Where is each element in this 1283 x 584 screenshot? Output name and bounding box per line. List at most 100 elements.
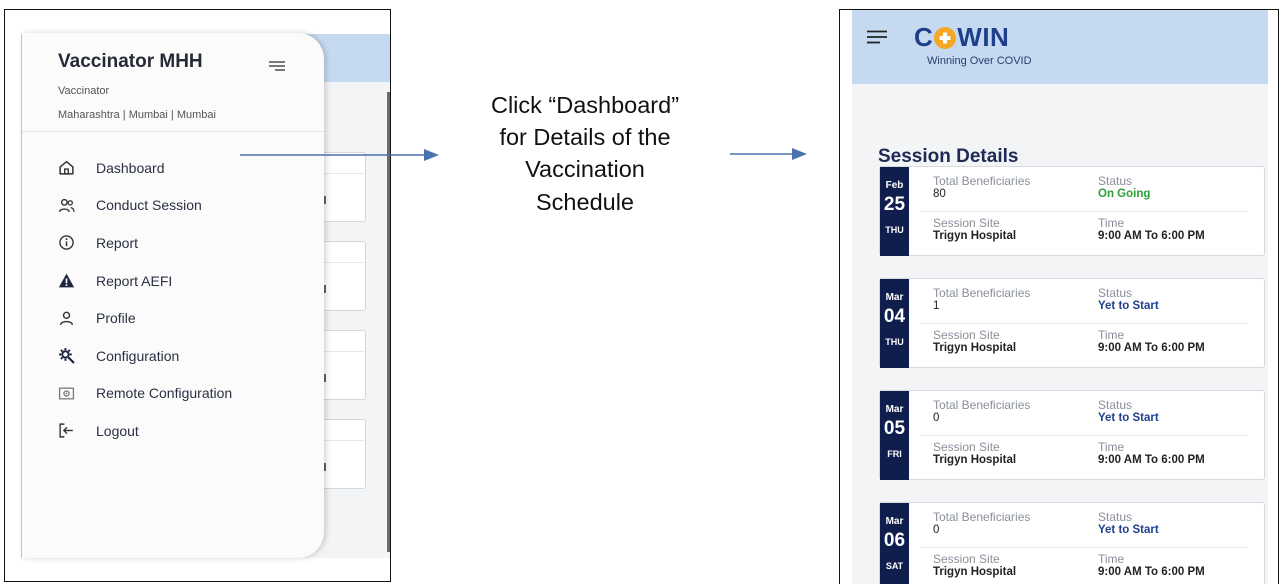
navigation-drawer: Vaccinator MHH Vaccinator Maharashtra | … xyxy=(22,33,324,558)
time-label: Time xyxy=(1098,440,1125,454)
beneficiaries-value: 1 xyxy=(933,300,940,312)
nav-item-logout[interactable]: Logout xyxy=(58,412,232,450)
site-value: Trigyn Hospital xyxy=(933,454,1017,466)
caption-line: Schedule xyxy=(536,188,634,215)
nav-label: Conduct Session xyxy=(96,197,202,214)
status-badge: On Going xyxy=(1098,188,1151,200)
background-card xyxy=(322,330,366,400)
session-weekday: FRI xyxy=(887,449,902,459)
session-weekday: SAT xyxy=(885,561,904,571)
user-icon xyxy=(58,310,75,327)
site-value: Trigyn Hospital xyxy=(933,566,1017,578)
session-day: 06 xyxy=(883,530,906,551)
nav-label: Report xyxy=(96,234,139,251)
drawer-divider xyxy=(22,131,324,132)
beneficiaries-label: Total Beneficiaries xyxy=(933,510,1031,524)
card-divider xyxy=(920,211,1248,212)
status-label: Status xyxy=(1098,286,1133,300)
card-divider xyxy=(920,435,1248,436)
background-card xyxy=(322,419,366,489)
logo-tagline: Winning Over COVID xyxy=(927,55,1032,67)
drawer-nav: Dashboard Conduct Session Report Report … xyxy=(58,149,232,450)
users-icon xyxy=(58,197,75,214)
session-date: Mar 05 FRI xyxy=(880,391,909,480)
remote-config-icon xyxy=(58,385,75,402)
beneficiaries-value: 80 xyxy=(933,188,946,200)
session-date: Mar 06 SAT xyxy=(880,503,909,584)
logout-icon xyxy=(58,422,75,439)
nav-item-remote-configuration[interactable]: Remote Configuration xyxy=(58,375,232,413)
site-label: Session Site xyxy=(933,216,1000,230)
card-divider xyxy=(920,323,1248,324)
time-value: 9:00 AM To 6:00 PM xyxy=(1098,566,1205,578)
nav-item-report-aefi[interactable]: Report AEFI xyxy=(58,262,232,300)
arrow-icon xyxy=(240,149,439,161)
beneficiaries-label: Total Beneficiaries xyxy=(933,398,1031,412)
session-card[interactable]: Mar 04 THU Total Beneficiaries 1 Status … xyxy=(879,278,1265,368)
nav-label: Logout xyxy=(96,422,139,439)
user-name: Vaccinator MHH xyxy=(58,51,203,72)
user-role: Vaccinator xyxy=(58,85,110,97)
nav-item-profile[interactable]: Profile xyxy=(58,299,232,337)
site-label: Session Site xyxy=(933,552,1000,566)
nav-item-configuration[interactable]: Configuration xyxy=(58,337,232,375)
cowin-logo: C WIN xyxy=(914,22,1009,53)
session-month: Mar xyxy=(885,404,904,415)
time-value: 9:00 AM To 6:00 PM xyxy=(1098,230,1205,242)
app-background: Vaccinator MHH Vaccinator Maharashtra | … xyxy=(21,33,390,558)
session-day: 05 xyxy=(883,418,906,439)
nav-item-report[interactable]: Report xyxy=(58,224,232,262)
site-value: Trigyn Hospital xyxy=(933,342,1017,354)
plus-icon xyxy=(934,26,957,49)
menu-collapse-icon[interactable] xyxy=(267,60,287,72)
home-icon xyxy=(58,159,75,176)
app-header: C WIN Winning Over COVID xyxy=(852,10,1268,84)
nav-label: Report AEFI xyxy=(96,272,173,289)
caption-line: for Details of the xyxy=(499,124,671,151)
time-label: Time xyxy=(1098,216,1125,230)
site-label: Session Site xyxy=(933,440,1000,454)
nav-item-conduct-session[interactable]: Conduct Session xyxy=(58,187,232,225)
gear-icon xyxy=(58,347,75,364)
warning-icon xyxy=(58,272,75,289)
logo-suffix: WIN xyxy=(957,22,1010,52)
session-day: 04 xyxy=(883,306,906,327)
session-date: Mar 04 THU xyxy=(880,279,909,368)
status-badge: Yet to Start xyxy=(1098,524,1159,536)
site-label: Session Site xyxy=(933,328,1000,342)
session-card[interactable]: Mar 05 FRI Total Beneficiaries 0 Status … xyxy=(879,390,1265,480)
caption-line: Click “Dashboard” xyxy=(490,92,680,118)
left-screenshot: Vaccinator MHH Vaccinator Maharashtra | … xyxy=(4,9,391,582)
right-screenshot: C WIN Winning Over COVID Session Details… xyxy=(839,9,1279,584)
beneficiaries-label: Total Beneficiaries xyxy=(933,286,1031,300)
hamburger-menu-icon[interactable] xyxy=(866,30,888,44)
session-weekday: THU xyxy=(885,225,904,235)
beneficiaries-value: 0 xyxy=(933,524,940,536)
time-value: 9:00 AM To 6:00 PM xyxy=(1098,342,1205,354)
session-month: Feb xyxy=(885,180,904,191)
instruction-caption: Click “Dashboard” for Details of the Vac… xyxy=(440,89,730,218)
session-date: Feb 25 THU xyxy=(880,167,909,256)
session-card[interactable]: Feb 25 THU Total Beneficiaries 80 Status… xyxy=(879,166,1265,256)
site-value: Trigyn Hospital xyxy=(933,230,1017,242)
nav-label: Dashboard xyxy=(96,159,165,176)
session-card[interactable]: Mar 06 SAT Total Beneficiaries 0 Status … xyxy=(879,502,1265,584)
time-value: 9:00 AM To 6:00 PM xyxy=(1098,454,1205,466)
status-badge: Yet to Start xyxy=(1098,412,1159,424)
arrow-icon xyxy=(730,148,807,160)
session-month: Mar xyxy=(885,516,904,527)
nav-label: Profile xyxy=(96,310,136,327)
session-month: Mar xyxy=(885,292,904,303)
nav-label: Configuration xyxy=(96,347,180,364)
logo-prefix: C xyxy=(914,22,934,52)
time-label: Time xyxy=(1098,552,1125,566)
nav-item-dashboard[interactable]: Dashboard xyxy=(58,149,232,187)
info-icon xyxy=(58,234,75,251)
background-card xyxy=(322,241,366,311)
status-label: Status xyxy=(1098,174,1133,188)
app-background: C WIN Winning Over COVID Session Details… xyxy=(852,10,1268,584)
session-weekday: THU xyxy=(885,337,904,347)
session-day: 25 xyxy=(883,194,906,215)
status-label: Status xyxy=(1098,398,1133,412)
beneficiaries-label: Total Beneficiaries xyxy=(933,174,1031,188)
